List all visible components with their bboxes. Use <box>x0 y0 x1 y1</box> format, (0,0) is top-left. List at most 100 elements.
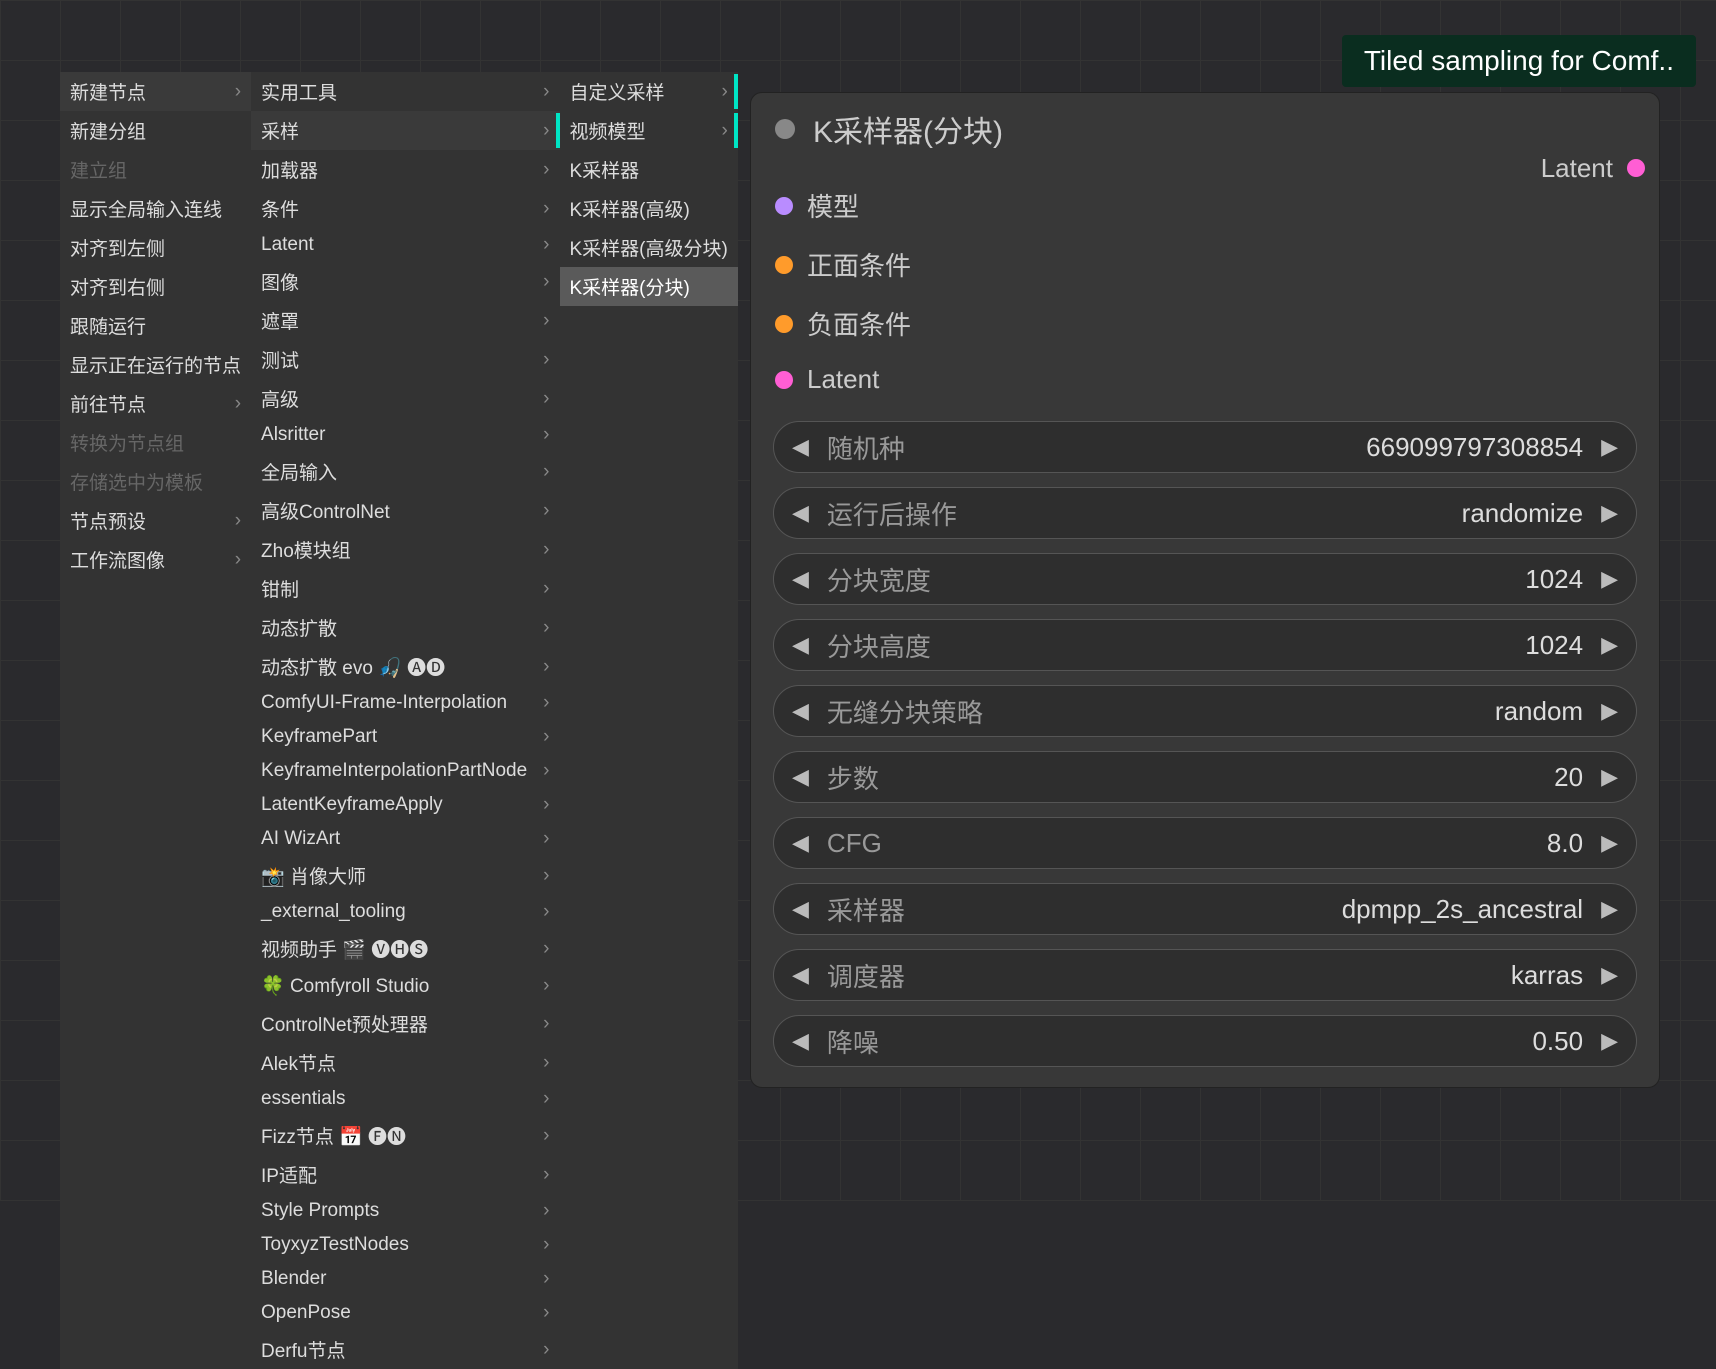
decrement-icon[interactable]: ◀ <box>792 830 809 856</box>
decrement-icon[interactable]: ◀ <box>792 500 809 526</box>
menu-item[interactable]: AI WizArt› <box>251 822 559 856</box>
port-icon[interactable] <box>1627 159 1645 177</box>
widget-value[interactable]: 8.0 <box>1547 828 1583 859</box>
widget-7[interactable]: ◀采样器dpmpp_2s_ancestral▶ <box>773 883 1637 935</box>
menu-item-ksampler[interactable]: K采样器 <box>560 150 738 189</box>
menu-item-ksampler-adv-tiled[interactable]: K采样器(高级分块) <box>560 228 738 267</box>
menu-item-align-left[interactable]: 对齐到左侧 <box>60 228 251 267</box>
output-latent[interactable]: Latent <box>1541 153 1645 184</box>
menu-item[interactable]: ToyxyzTestNodes› <box>251 1228 559 1262</box>
menu-item[interactable]: 加载器› <box>251 150 559 189</box>
menu-item-show-global-input-lines[interactable]: 显示全局输入连线 <box>60 189 251 228</box>
increment-icon[interactable]: ▶ <box>1601 1028 1618 1054</box>
widget-value[interactable]: randomize <box>1462 498 1583 529</box>
widget-value[interactable]: karras <box>1511 960 1583 991</box>
menu-item-ksampler-tiled[interactable]: K采样器(分块) <box>560 267 738 306</box>
menu-item[interactable]: 采样› <box>251 111 559 150</box>
widget-3[interactable]: ◀分块高度1024▶ <box>773 619 1637 671</box>
widget-0[interactable]: ◀随机种669099797308854▶ <box>773 421 1637 473</box>
menu-item[interactable]: 📸 肖像大师› <box>251 856 559 895</box>
menu-item[interactable]: 遮罩› <box>251 301 559 340</box>
menu-item-follow-run[interactable]: 跟随运行 <box>60 306 251 345</box>
input-negative[interactable]: 负面条件 <box>775 305 911 342</box>
widget-value[interactable]: dpmpp_2s_ancestral <box>1342 894 1583 925</box>
increment-icon[interactable]: ▶ <box>1601 962 1618 988</box>
port-icon[interactable] <box>775 197 793 215</box>
menu-item[interactable]: ControlNet预处理器› <box>251 1004 559 1043</box>
menu-item[interactable]: 全局输入› <box>251 452 559 491</box>
widget-value[interactable]: 20 <box>1554 762 1583 793</box>
node-ksampler-tiled[interactable]: K采样器(分块) 模型 正面条件 负面条件 Latent Latent ◀随机种… <box>750 92 1660 1088</box>
increment-icon[interactable]: ▶ <box>1601 764 1618 790</box>
increment-icon[interactable]: ▶ <box>1601 896 1618 922</box>
menu-item-goto-node[interactable]: 前往节点› <box>60 384 251 423</box>
menu-item[interactable]: IP适配› <box>251 1155 559 1194</box>
widget-value[interactable]: 1024 <box>1525 564 1583 595</box>
menu-item[interactable]: LatentKeyframeApply› <box>251 788 559 822</box>
widget-2[interactable]: ◀分块宽度1024▶ <box>773 553 1637 605</box>
menu-item[interactable]: KeyframePart› <box>251 720 559 754</box>
widget-value[interactable]: 669099797308854 <box>1366 432 1583 463</box>
decrement-icon[interactable]: ◀ <box>792 764 809 790</box>
widget-8[interactable]: ◀调度器karras▶ <box>773 949 1637 1001</box>
node-header[interactable]: K采样器(分块) <box>751 93 1659 165</box>
menu-item[interactable]: _external_tooling› <box>251 895 559 929</box>
menu-item[interactable]: 钳制› <box>251 569 559 608</box>
menu-item[interactable]: Alek节点› <box>251 1043 559 1082</box>
decrement-icon[interactable]: ◀ <box>792 434 809 460</box>
menu-item[interactable]: KeyframeInterpolationPartNode› <box>251 754 559 788</box>
menu-item[interactable]: Blender› <box>251 1262 559 1296</box>
input-model[interactable]: 模型 <box>775 187 911 224</box>
menu-item[interactable]: 动态扩散› <box>251 608 559 647</box>
menu-item[interactable]: 动态扩散 evo 🎣 🅐🅓› <box>251 647 559 686</box>
menu-item-video-model[interactable]: 视频模型› <box>560 111 738 150</box>
decrement-icon[interactable]: ◀ <box>792 962 809 988</box>
widget-5[interactable]: ◀步数20▶ <box>773 751 1637 803</box>
menu-item[interactable]: ComfyUI-Frame-Interpolation› <box>251 686 559 720</box>
menu-item[interactable]: Alsritter› <box>251 418 559 452</box>
menu-item-node-presets[interactable]: 节点预设› <box>60 501 251 540</box>
input-latent[interactable]: Latent <box>775 364 911 395</box>
menu-item[interactable]: Style Prompts› <box>251 1194 559 1228</box>
decrement-icon[interactable]: ◀ <box>792 1028 809 1054</box>
widget-6[interactable]: ◀CFG8.0▶ <box>773 817 1637 869</box>
port-icon[interactable] <box>775 371 793 389</box>
widget-value[interactable]: random <box>1495 696 1583 727</box>
increment-icon[interactable]: ▶ <box>1601 830 1618 856</box>
decrement-icon[interactable]: ◀ <box>792 632 809 658</box>
decrement-icon[interactable]: ◀ <box>792 896 809 922</box>
menu-item[interactable]: 图像› <box>251 262 559 301</box>
menu-item[interactable]: 测试› <box>251 340 559 379</box>
widget-value[interactable]: 0.50 <box>1532 1026 1583 1057</box>
menu-item-custom-sampling[interactable]: 自定义采样› <box>560 72 738 111</box>
menu-item-ksampler-adv[interactable]: K采样器(高级) <box>560 189 738 228</box>
menu-item[interactable]: essentials› <box>251 1082 559 1116</box>
menu-item[interactable]: Zho模块组› <box>251 530 559 569</box>
widget-value[interactable]: 1024 <box>1525 630 1583 661</box>
menu-item[interactable]: Fizz节点 📅 🅕🅝› <box>251 1116 559 1155</box>
menu-item-workflow-image[interactable]: 工作流图像› <box>60 540 251 579</box>
menu-item-show-running-node[interactable]: 显示正在运行的节点 <box>60 345 251 384</box>
menu-item-align-right[interactable]: 对齐到右侧 <box>60 267 251 306</box>
widget-1[interactable]: ◀运行后操作randomize▶ <box>773 487 1637 539</box>
menu-item[interactable]: Derfu节点› <box>251 1330 559 1369</box>
increment-icon[interactable]: ▶ <box>1601 566 1618 592</box>
menu-item[interactable]: 高级› <box>251 379 559 418</box>
decrement-icon[interactable]: ◀ <box>792 566 809 592</box>
menu-item-new-group[interactable]: 新建分组 <box>60 111 251 150</box>
decrement-icon[interactable]: ◀ <box>792 698 809 724</box>
menu-item[interactable]: OpenPose› <box>251 1296 559 1330</box>
menu-item[interactable]: 实用工具› <box>251 72 559 111</box>
menu-item-new-node[interactable]: 新建节点› <box>60 72 251 111</box>
increment-icon[interactable]: ▶ <box>1601 500 1618 526</box>
port-icon[interactable] <box>775 315 793 333</box>
increment-icon[interactable]: ▶ <box>1601 698 1618 724</box>
increment-icon[interactable]: ▶ <box>1601 434 1618 460</box>
input-positive[interactable]: 正面条件 <box>775 246 911 283</box>
menu-item[interactable]: 视频助手 🎬 🅥🅗🅢› <box>251 929 559 968</box>
menu-item[interactable]: 条件› <box>251 189 559 228</box>
port-icon[interactable] <box>775 256 793 274</box>
menu-item[interactable]: 高级ControlNet› <box>251 491 559 530</box>
collapse-icon[interactable] <box>775 119 795 139</box>
increment-icon[interactable]: ▶ <box>1601 632 1618 658</box>
